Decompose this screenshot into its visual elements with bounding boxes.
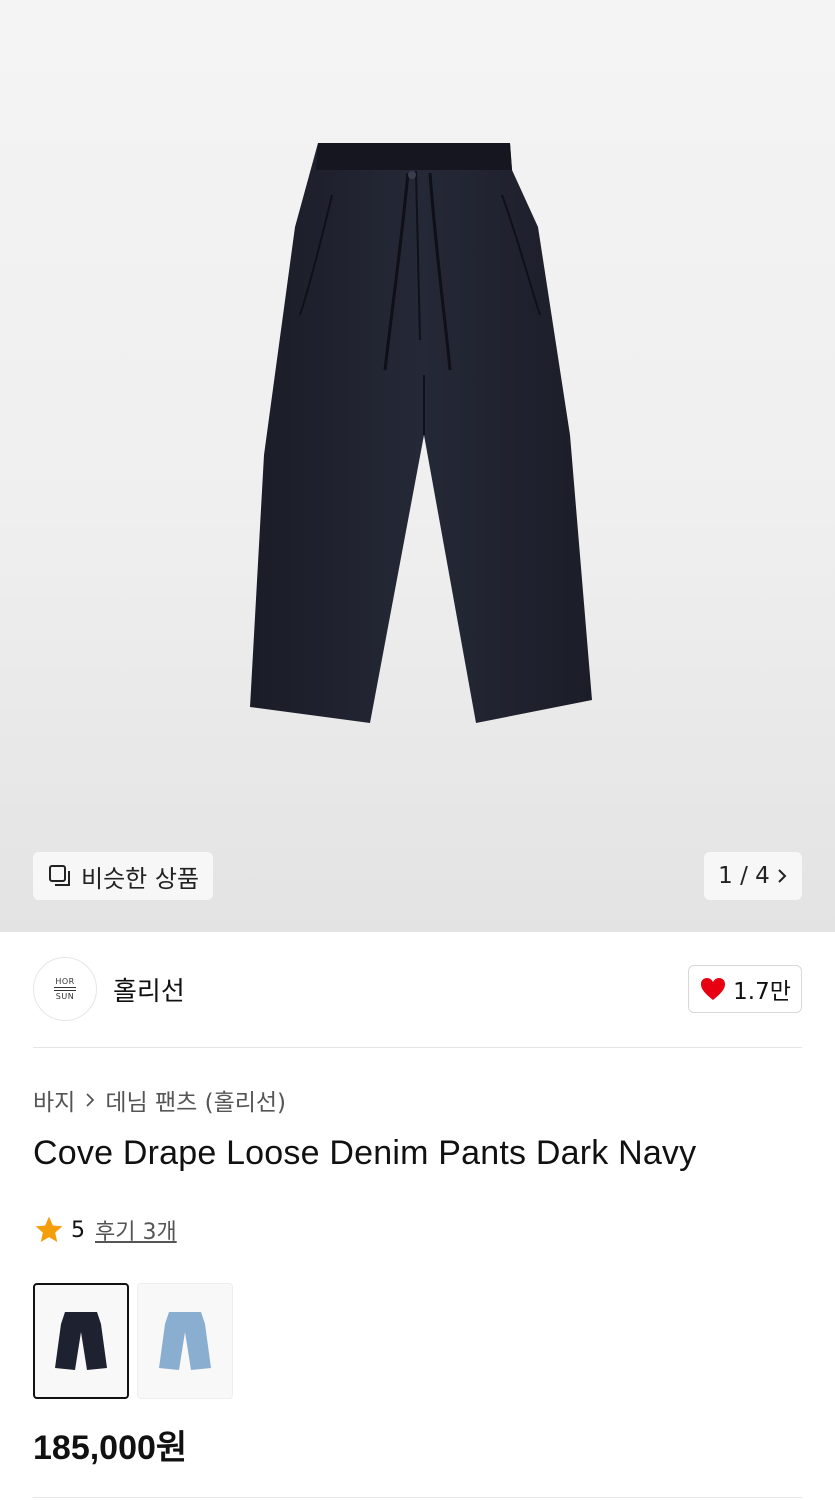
brand-logo-text-bottom: SUN (55, 992, 75, 1001)
like-button[interactable]: 1.7만 (688, 965, 802, 1013)
breadcrumb-category[interactable]: 바지 (33, 1083, 75, 1117)
brand-logo-text-top: HOR (55, 977, 75, 986)
like-count: 1.7만 (733, 979, 791, 1005)
swatch-light-blue[interactable] (137, 1283, 233, 1399)
similar-products-label: 비슷한 상품 (81, 864, 200, 893)
similar-products-button[interactable]: 비슷한 상품 (33, 852, 214, 900)
swatch-dark-navy[interactable] (33, 1283, 129, 1399)
product-photo-dark-navy-pants (250, 143, 592, 723)
breadcrumb: 바지 데님 팬츠 (홀리선) (33, 1083, 286, 1117)
chevron-right-icon (86, 1093, 95, 1107)
heart-icon (701, 978, 726, 1000)
chevron-right-icon (778, 869, 787, 883)
brand-logo-divider (54, 987, 76, 988)
color-swatches (33, 1283, 233, 1399)
review-count-link[interactable]: 후기 3개 (95, 1214, 177, 1246)
product-price: 185,000원 (33, 1429, 188, 1467)
breadcrumb-subcategory[interactable]: 데님 팬츠 (홀리선) (105, 1083, 286, 1117)
section-divider (33, 1497, 802, 1498)
brand-name-link[interactable]: 홀리선 (113, 971, 185, 1008)
section-divider (33, 1047, 802, 1048)
image-pager-count: 1 / 4 (718, 863, 770, 889)
pants-thumbnail-dark-navy (55, 1312, 107, 1370)
pants-thumbnail-light-blue (159, 1312, 211, 1370)
image-pager-button[interactable]: 1 / 4 (704, 852, 802, 900)
copy-squares-icon (49, 865, 70, 886)
product-image-gallery[interactable]: 비슷한 상품 1 / 4 (0, 0, 835, 932)
brand-row: HOR SUN 홀리선 1.7만 (33, 956, 802, 1022)
product-title: Cove Drape Loose Denim Pants Dark Navy (33, 1134, 697, 1172)
brand-logo-divider (54, 990, 76, 991)
brand-logo[interactable]: HOR SUN (33, 957, 97, 1021)
star-icon (35, 1216, 63, 1242)
rating-score: 5 (71, 1217, 85, 1243)
rating-summary: 5 후기 3개 (33, 1214, 177, 1246)
